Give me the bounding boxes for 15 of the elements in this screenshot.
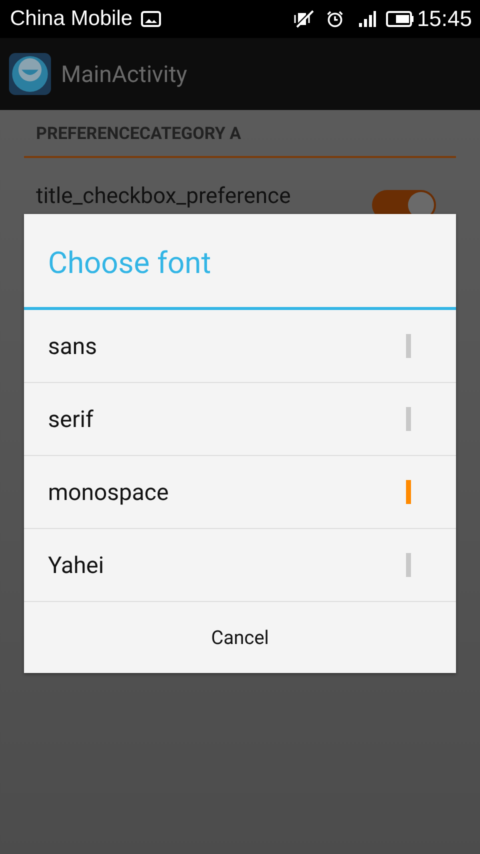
font-option[interactable]: serif [24,383,456,456]
vibrate-off-icon [294,10,316,28]
clock-time: 15:45 [416,6,472,32]
battery-icon [386,11,414,27]
dialog-title: Choose font [24,214,456,310]
category-header: PREFERENCECATEGORY A [24,110,456,158]
carrier-name: China Mobile [10,7,133,31]
cancel-button[interactable]: Cancel [24,602,456,673]
signal-icon [358,11,376,27]
preference-title: title_checkbox_preference [36,184,291,208]
image-icon [140,11,161,27]
app-icon[interactable] [9,53,51,95]
app-title: MainActivity [61,60,188,88]
font-option[interactable]: monospace [24,456,456,529]
font-option[interactable]: sans [24,310,456,383]
